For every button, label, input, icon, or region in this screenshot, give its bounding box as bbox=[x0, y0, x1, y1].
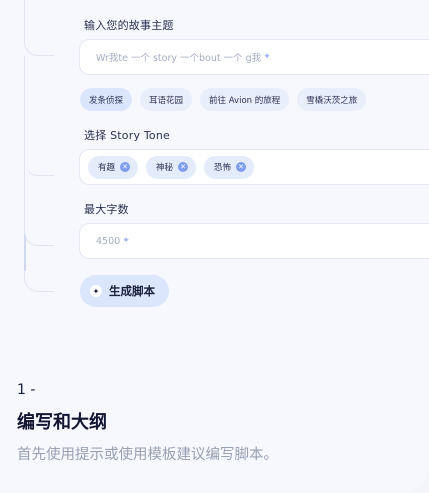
sparkle-icon: ✦ bbox=[263, 52, 271, 62]
suggestion-chip[interactable]: 雪橇沃茨之旅 bbox=[297, 88, 367, 111]
suggestion-chip[interactable]: 耳语花园 bbox=[140, 88, 193, 111]
sparkle-icon: ✦ bbox=[122, 236, 130, 246]
tone-label: 选择 Story Tone bbox=[84, 129, 170, 142]
topic-placeholder: Wr我te 一个 story 一个bout 一个 g我 bbox=[96, 53, 262, 64]
step-description: 首先使用提示或使用模板建议编写脚本。 bbox=[17, 447, 278, 463]
suggestion-chip[interactable]: 发条侦探 bbox=[80, 88, 133, 111]
connector-accent bbox=[24, 235, 26, 271]
connector-line bbox=[24, 0, 54, 56]
tone-tag-label: 神秘 bbox=[156, 163, 174, 173]
suggestion-chips: 发条侦探 耳语花园 前往 Avion 的旅程 雪橇沃茨之旅 bbox=[80, 88, 367, 111]
step-title: 编写和大纲 bbox=[17, 412, 107, 433]
tone-tag[interactable]: 神秘 ✕ bbox=[146, 155, 197, 179]
tone-tag-label: 恐怖 bbox=[214, 163, 232, 173]
step-number: 1 - bbox=[17, 382, 36, 398]
connector-tree bbox=[0, 0, 80, 300]
tone-tag[interactable]: 恐怖 ✕ bbox=[204, 155, 255, 179]
remove-icon[interactable]: ✕ bbox=[178, 162, 189, 172]
remove-icon[interactable]: ✕ bbox=[236, 162, 247, 172]
generate-script-button[interactable]: ✦ 生成脚本 bbox=[80, 275, 169, 307]
sparkle-icon: ✦ bbox=[90, 285, 102, 297]
tone-tag-label: 有趣 bbox=[98, 163, 116, 173]
connector-line bbox=[24, 56, 54, 292]
words-placeholder: 4500 bbox=[96, 235, 121, 247]
script-panel: 输入您的故事主题 Wr我te 一个 story 一个bout 一个 g我 ✦ 发… bbox=[0, 0, 429, 493]
tone-input[interactable]: 有趣 ✕ 神秘 ✕ 恐怖 ✕ bbox=[79, 149, 429, 185]
words-input[interactable]: 4500 ✦ bbox=[79, 223, 429, 259]
topic-label: 输入您的故事主题 bbox=[84, 19, 174, 32]
suggestion-chip[interactable]: 前往 Avion 的旅程 bbox=[200, 88, 290, 111]
generate-script-label: 生成脚本 bbox=[109, 284, 155, 298]
topic-input[interactable]: Wr我te 一个 story 一个bout 一个 g我 ✦ bbox=[79, 39, 429, 75]
tone-tag[interactable]: 有趣 ✕ bbox=[88, 155, 139, 179]
words-label: 最大字数 bbox=[84, 203, 129, 216]
remove-icon[interactable]: ✕ bbox=[120, 162, 131, 172]
